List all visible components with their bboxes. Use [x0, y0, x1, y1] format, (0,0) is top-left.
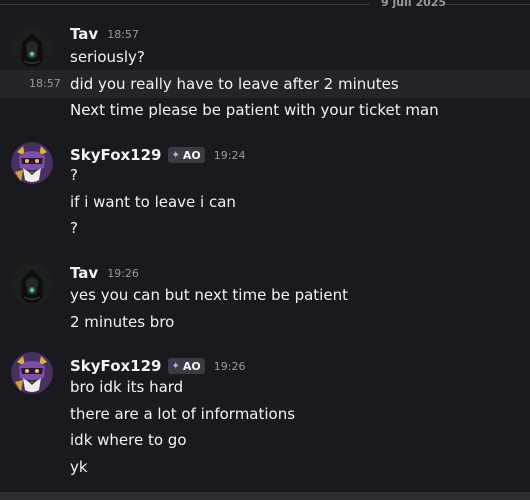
message-text: there are a lot of informations: [70, 405, 296, 423]
message-header: Tav 18:57: [70, 23, 139, 45]
date-divider: 9 juli 2025: [0, 0, 530, 10]
dark-hooded-figure-avatar-icon: [11, 27, 53, 69]
message-text: yes you can but next time be patient: [70, 286, 348, 304]
tag-label: AO: [182, 359, 201, 373]
username[interactable]: SkyFox129: [70, 146, 162, 164]
server-tag[interactable]: ✦ AO: [167, 358, 205, 374]
message-text: Next time please be patient with your ti…: [70, 101, 439, 119]
timestamp: 19:26: [107, 266, 139, 280]
avatar[interactable]: [11, 263, 53, 305]
avatar[interactable]: [11, 142, 53, 184]
message-text: ?: [70, 166, 78, 184]
chat-log: 9 juli 2025 18:57 Tav 18:57 seriously? d…: [0, 0, 530, 500]
sparkle-icon: ✦: [171, 360, 180, 372]
avatar[interactable]: [11, 352, 53, 394]
message-text: ?: [70, 219, 78, 237]
dark-hooded-figure-avatar-icon: [11, 263, 53, 305]
username[interactable]: Tav: [70, 264, 98, 282]
message-text: did you really have to leave after 2 min…: [70, 75, 399, 93]
divider-line: [0, 4, 370, 5]
message-text: 2 minutes bro: [70, 313, 175, 331]
avatar[interactable]: [11, 27, 53, 69]
purple-fox-avatar-icon: [11, 142, 53, 184]
message-header: SkyFox129 ✦ AO 19:24: [70, 144, 245, 166]
message-text: yk: [70, 458, 88, 476]
server-tag[interactable]: ✦ AO: [167, 147, 205, 163]
divider-line: [446, 4, 530, 5]
message-text: bro idk its hard: [70, 378, 184, 396]
chat-input-edge: [0, 492, 530, 500]
timestamp: 18:57: [107, 27, 139, 41]
username[interactable]: Tav: [70, 25, 98, 43]
message-header: Tav 19:26: [70, 262, 139, 284]
tag-label: AO: [182, 148, 201, 162]
timestamp: 19:26: [213, 359, 246, 373]
message-text: seriously?: [70, 48, 145, 66]
date-label: 9 juli 2025: [381, 0, 447, 9]
hover-timestamp: 18:57: [29, 77, 61, 90]
username[interactable]: SkyFox129: [70, 357, 162, 375]
message-header: SkyFox129 ✦ AO 19:26: [70, 355, 245, 377]
timestamp: 19:24: [213, 148, 246, 162]
message-text: if i want to leave i can: [70, 193, 236, 211]
sparkle-icon: ✦: [171, 149, 180, 161]
purple-fox-avatar-icon: [11, 352, 53, 394]
message-text: idk where to go: [70, 431, 187, 449]
